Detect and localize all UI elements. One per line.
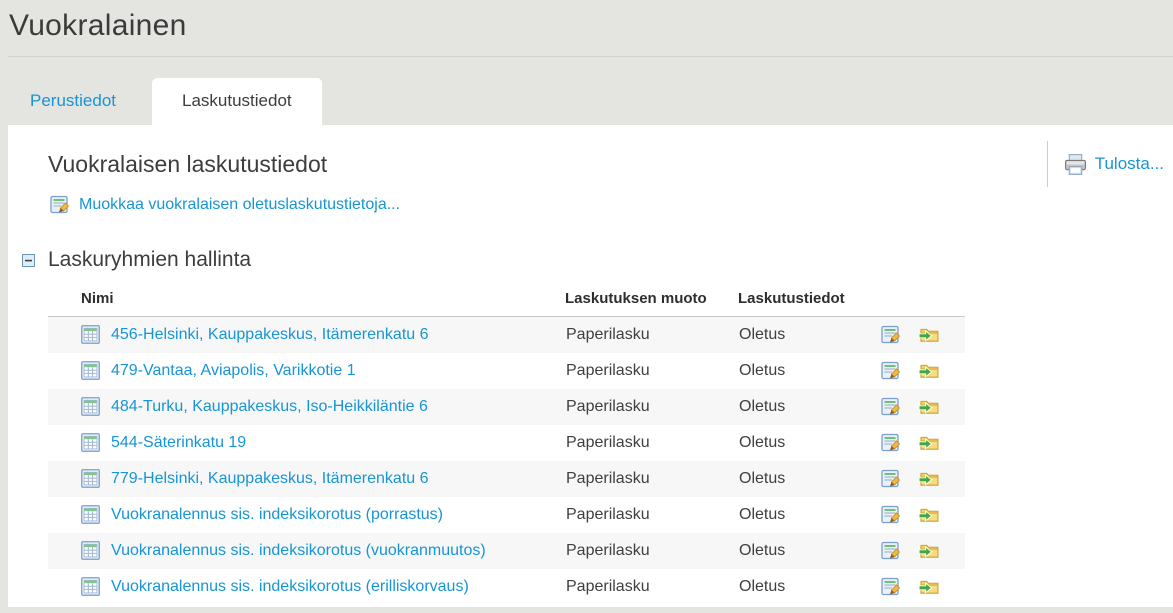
edit-icon[interactable] [881,397,901,417]
table-icon [81,505,100,524]
edit-icon[interactable] [881,433,901,453]
table-icon [81,361,100,380]
vertical-divider [1047,141,1048,187]
invoice-group-link[interactable]: Vuokranalennus sis. indeksikorotus (porr… [111,506,443,524]
edit-icon[interactable] [881,505,901,525]
open-folder-icon[interactable] [918,398,939,415]
billing-format-cell: Paperilasku [565,497,738,533]
billing-format-cell: Paperilasku [565,569,738,605]
billing-info-cell: Oletus [738,425,866,461]
tab-perustiedot[interactable]: Perustiedot [30,79,128,125]
edit-icon[interactable] [881,541,901,561]
tab-laskutustiedot[interactable]: Laskutustiedot [152,78,322,125]
invoice-group-link[interactable]: Vuokranalennus sis. indeksikorotus (vuok… [111,542,486,560]
column-header-actions [866,284,965,317]
open-folder-icon[interactable] [918,470,939,487]
invoice-group-link[interactable]: 479-Vantaa, Aviapolis, Varikkotie 1 [111,362,356,380]
invoice-groups-heading: Laskuryhmien hallinta [48,248,251,272]
invoice-group-link[interactable]: 544-Säterinkatu 19 [111,434,246,452]
table-icon [81,469,100,488]
print-link[interactable]: Tulosta... [1095,154,1164,174]
invoice-group-link[interactable]: Vuokranalennus sis. indeksikorotus (eril… [111,578,469,596]
billing-format-cell: Paperilasku [565,353,738,389]
column-header-name: Nimi [48,284,565,317]
table-icon [81,577,100,596]
tab-bar: Perustiedot Laskutustiedot [0,57,1173,125]
invoice-group-link[interactable]: 456-Helsinki, Kauppakeskus, Itämerenkatu… [111,326,429,344]
billing-info-cell: Oletus [738,317,866,353]
edit-icon[interactable] [881,325,901,345]
open-folder-icon[interactable] [918,506,939,523]
billing-info-cell: Oletus [738,497,866,533]
billing-format-cell: Paperilasku [565,461,738,497]
table-row: Vuokranalennus sis. indeksikorotus (eril… [48,569,965,605]
invoice-groups-body: 456-Helsinki, Kauppakeskus, Itämerenkatu… [48,317,965,605]
column-header-billing-format: Laskutuksen muoto [565,284,738,317]
panel-heading: Vuokralaisen laskutustiedot [8,125,1173,178]
open-folder-icon[interactable] [918,578,939,595]
table-row: 544-Säterinkatu 19 Paperilasku Oletus [48,425,965,461]
table-row: 456-Helsinki, Kauppakeskus, Itämerenkatu… [48,317,965,353]
edit-icon[interactable] [881,577,901,597]
table-icon [81,397,100,416]
table-row: Vuokranalennus sis. indeksikorotus (porr… [48,497,965,533]
open-folder-icon[interactable] [918,434,939,451]
table-row: 484-Turku, Kauppakeskus, Iso-Heikkilänti… [48,389,965,425]
billing-panel: Tulosta... Vuokralaisen laskutustiedot M… [8,125,1173,607]
billing-info-cell: Oletus [738,353,866,389]
table-row: Vuokranalennus sis. indeksikorotus (vuok… [48,533,965,569]
edit-icon[interactable] [881,469,901,489]
billing-info-cell: Oletus [738,569,866,605]
edit-icon[interactable] [881,361,901,381]
print-area: Tulosta... [1047,141,1164,187]
table-header-row: Nimi Laskutuksen muoto Laskutustiedot [48,284,965,317]
collapse-icon[interactable] [22,254,35,267]
table-icon [81,433,100,452]
billing-format-cell: Paperilasku [565,425,738,461]
billing-format-cell: Paperilasku [565,533,738,569]
open-folder-icon[interactable] [918,326,939,343]
billing-format-cell: Paperilasku [565,317,738,353]
billing-info-cell: Oletus [738,389,866,425]
table-icon [81,325,100,344]
table-icon [81,541,100,560]
open-folder-icon[interactable] [918,362,939,379]
edit-defaults-link[interactable]: Muokkaa vuokralaisen oletuslaskutustieto… [50,195,1173,215]
column-header-billing-info: Laskutustiedot [738,284,866,317]
billing-info-cell: Oletus [738,461,866,497]
edit-defaults-label: Muokkaa vuokralaisen oletuslaskutustieto… [79,196,400,214]
billing-format-cell: Paperilasku [565,389,738,425]
table-row: 479-Vantaa, Aviapolis, Varikkotie 1 Pape… [48,353,965,389]
invoice-group-link[interactable]: 484-Turku, Kauppakeskus, Iso-Heikkilänti… [111,398,428,416]
table-row: 779-Helsinki, Kauppakeskus, Itämerenkatu… [48,461,965,497]
invoice-groups-table: Nimi Laskutuksen muoto Laskutustiedot 45… [48,284,965,605]
printer-icon[interactable] [1063,152,1088,177]
page-title: Vuokralainen [0,0,1173,43]
billing-info-cell: Oletus [738,533,866,569]
edit-icon [50,195,70,215]
open-folder-icon[interactable] [918,542,939,559]
invoice-group-link[interactable]: 779-Helsinki, Kauppakeskus, Itämerenkatu… [111,470,429,488]
invoice-groups-header: Laskuryhmien hallinta [22,248,1173,272]
